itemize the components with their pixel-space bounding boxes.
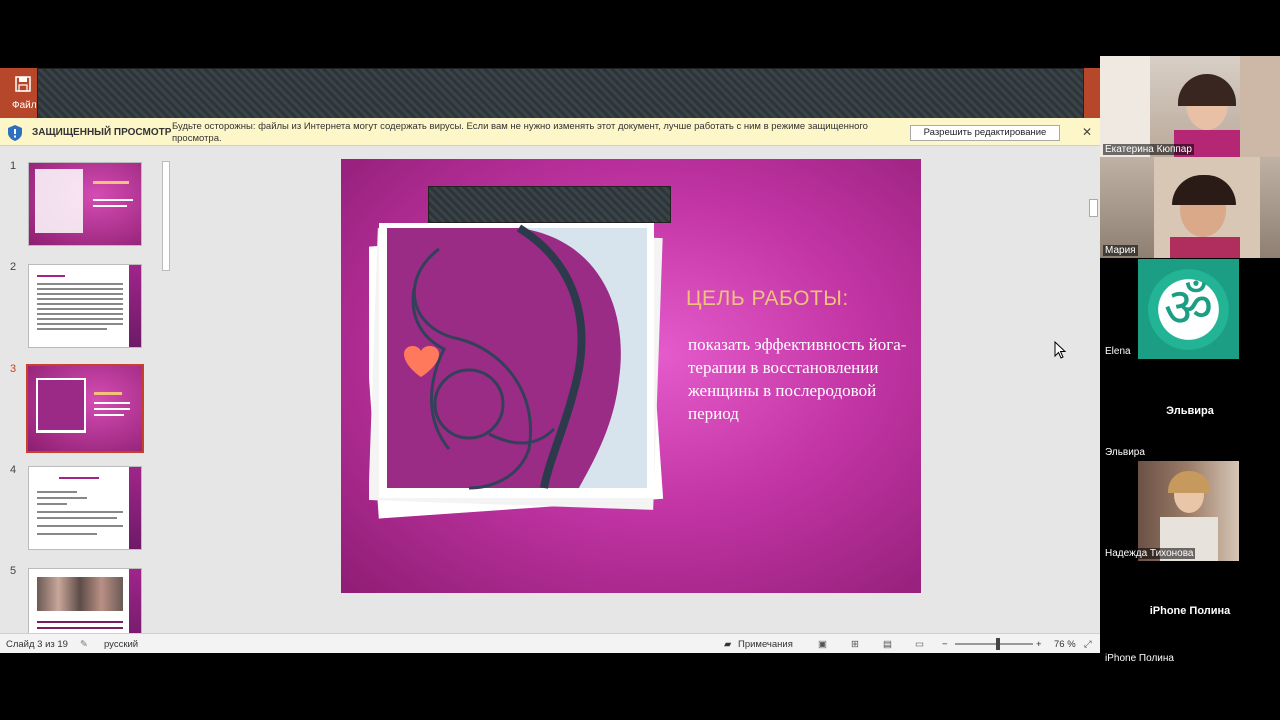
zoom-slider[interactable]	[955, 638, 1033, 650]
thumbnail-number: 1	[10, 160, 17, 172]
participant-tile[interactable]: iPhone Полина iPhone Полина	[1100, 561, 1280, 662]
slide-thumbnail-1[interactable]	[28, 162, 142, 246]
slide-scrollbar[interactable]	[1087, 147, 1100, 607]
slide-thumbnail-2[interactable]	[28, 264, 142, 348]
protected-view-message: Будьте осторожны: файлы из Интернета мог…	[172, 121, 868, 144]
powerpoint-window: Файл ЗАЩИЩЕННЫЙ ПРОСМОТР Будьте осторожн…	[0, 68, 1100, 653]
thumbnail-number: 2	[10, 261, 17, 273]
participant-name: Надежда Тихонова	[1103, 548, 1196, 559]
participant-avatar	[1138, 461, 1239, 561]
redacted-region	[428, 186, 671, 223]
slide-thumbnail-4[interactable]	[28, 466, 142, 550]
thumbnail-number: 3	[10, 363, 17, 375]
reading-view-icon[interactable]: ▤	[883, 639, 892, 650]
mouse-cursor-icon	[1054, 341, 1066, 359]
zoom-level[interactable]: 76 %	[1054, 639, 1076, 650]
zoom-slider-thumb[interactable]	[995, 638, 1000, 650]
thumbnail-number: 4	[10, 464, 17, 476]
participant-tile[interactable]: Екатерина Кюппар	[1100, 56, 1280, 157]
participant-tile[interactable]: ॐ Elena	[1100, 258, 1280, 359]
participant-tile[interactable]: Мария	[1100, 157, 1280, 258]
participant-name: iPhone Полина	[1103, 653, 1176, 662]
status-bar: Слайд 3 из 19 ✎ русский ▰ Примечания ▣ ⊞…	[0, 633, 1100, 653]
save-icon[interactable]	[13, 74, 33, 94]
participant-name: Мария	[1103, 245, 1138, 256]
slide-body-text: показать эффективность йога-терапии в во…	[688, 335, 907, 423]
slide-heading: ЦЕЛЬ РАБОТЫ:	[686, 287, 849, 310]
comment-icon: ▰	[724, 639, 732, 650]
zoom-out-icon[interactable]: −	[942, 639, 948, 650]
slide-thumbnail-5[interactable]	[28, 568, 142, 633]
file-tab[interactable]: Файл	[12, 100, 37, 111]
slide-editor: ЦЕЛЬ РАБОТЫ: показать эффективность йога…	[175, 147, 1087, 607]
participant-center-label: iPhone Полина	[1149, 605, 1231, 617]
current-slide: ЦЕЛЬ РАБОТЫ: показать эффективность йога…	[341, 159, 921, 593]
protected-view-bar: ЗАЩИЩЕННЫЙ ПРОСМОТР Будьте осторожны: фа…	[0, 118, 1100, 146]
language-indicator[interactable]: русский	[104, 639, 138, 650]
zoom-in-icon[interactable]: +	[1036, 639, 1042, 650]
om-avatar: ॐ	[1138, 259, 1239, 359]
spellcheck-icon[interactable]: ✎	[80, 639, 88, 650]
notes-button[interactable]: Примечания	[738, 639, 793, 650]
thumbnails-scrollbar[interactable]	[160, 147, 172, 633]
screen: Файл ЗАЩИЩЕННЫЙ ПРОСМОТР Будьте осторожн…	[0, 0, 1280, 720]
enable-editing-button[interactable]: Разрешить редактирование	[910, 125, 1060, 141]
normal-view-icon[interactable]: ▣	[818, 639, 827, 650]
slideshow-icon[interactable]: ▭	[915, 639, 924, 650]
shield-icon	[8, 125, 22, 141]
participant-tile[interactable]: Надежда Тихонова	[1100, 460, 1280, 561]
slide-thumbnail-3[interactable]	[26, 364, 144, 453]
fit-slide-icon[interactable]: ⤢	[1084, 639, 1092, 650]
slide-thumbnails-pane: 1 2 3 4 5	[0, 147, 172, 633]
slide-counter: Слайд 3 из 19	[6, 639, 68, 650]
participant-name: Elena	[1103, 346, 1133, 357]
close-icon[interactable]: ✕	[1082, 125, 1092, 139]
participant-name: Эльвира	[1103, 447, 1147, 458]
thumbnail-number: 5	[10, 565, 17, 577]
participant-name: Екатерина Кюппар	[1103, 144, 1194, 155]
slide-sorter-icon[interactable]: ⊞	[851, 639, 859, 650]
protected-view-title: ЗАЩИЩЕННЫЙ ПРОСМОТР	[32, 127, 172, 138]
participants-panel: Екатерина Кюппар Мария ॐ Elena Эльвира Э…	[1100, 56, 1280, 664]
mother-baby-illustration	[369, 223, 664, 519]
participant-tile[interactable]: Эльвира Эльвира	[1100, 359, 1280, 460]
participant-center-label: Эльвира	[1166, 405, 1214, 417]
